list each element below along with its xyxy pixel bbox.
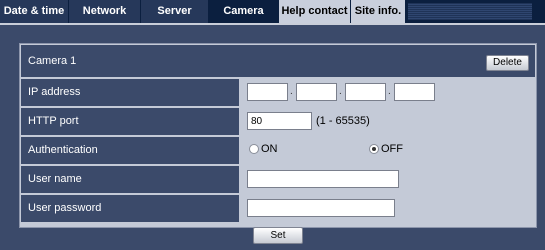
ip-separator-1: . [290,86,293,97]
tab-server[interactable]: Server [141,0,209,23]
delete-button[interactable]: Delete [486,55,529,71]
ip-address-label: IP address [21,79,239,106]
ip-octet-3-input[interactable] [345,83,386,101]
user-password-row: User password [21,195,535,222]
http-port-label: HTTP port [21,108,239,135]
tab-site-info[interactable]: Site info. [351,0,406,23]
auth-off-radio[interactable] [369,144,379,154]
tab-date-time[interactable]: Date & time [0,0,69,23]
auth-on-label: ON [261,143,278,155]
auth-on-radio[interactable] [249,144,259,154]
ip-octet-1-input[interactable] [247,83,288,101]
authentication-label: Authentication [21,137,239,164]
authentication-value-cell: ON OFF [241,137,535,164]
tab-bar: Date & time Network Server Camera Help c… [0,0,545,25]
authentication-row: Authentication ON OFF [21,137,535,164]
user-password-input[interactable] [247,199,395,217]
user-name-value-cell [241,166,535,193]
tab-help-contact[interactable]: Help contact [279,0,351,23]
user-name-row: User name [21,166,535,193]
http-port-row: HTTP port (1 - 65535) [21,108,535,135]
tab-camera[interactable]: Camera [209,0,279,23]
ip-separator-2: . [339,86,342,97]
ip-octet-4-input[interactable] [394,83,435,101]
http-port-input[interactable] [247,112,312,130]
http-port-range: (1 - 65535) [316,115,370,127]
user-name-input[interactable] [247,170,399,188]
ip-separator-3: . [388,86,391,97]
set-button[interactable]: Set [253,227,303,244]
auth-off-label: OFF [381,143,403,155]
user-name-label: User name [21,166,239,193]
camera-header: Camera 1 Delete [21,45,535,77]
ip-address-row: IP address . . . [21,79,535,106]
ip-octet-2-input[interactable] [296,83,337,101]
tab-network[interactable]: Network [69,0,141,23]
tab-bar-filler [408,3,532,20]
ip-address-value-cell: . . . [241,79,535,106]
camera-title: Camera 1 [28,55,77,67]
http-port-value-cell: (1 - 65535) [241,108,535,135]
user-password-label: User password [21,195,239,222]
camera-settings-panel: Camera 1 Delete IP address . . . HTTP po… [19,43,537,228]
user-password-value-cell [241,195,535,222]
